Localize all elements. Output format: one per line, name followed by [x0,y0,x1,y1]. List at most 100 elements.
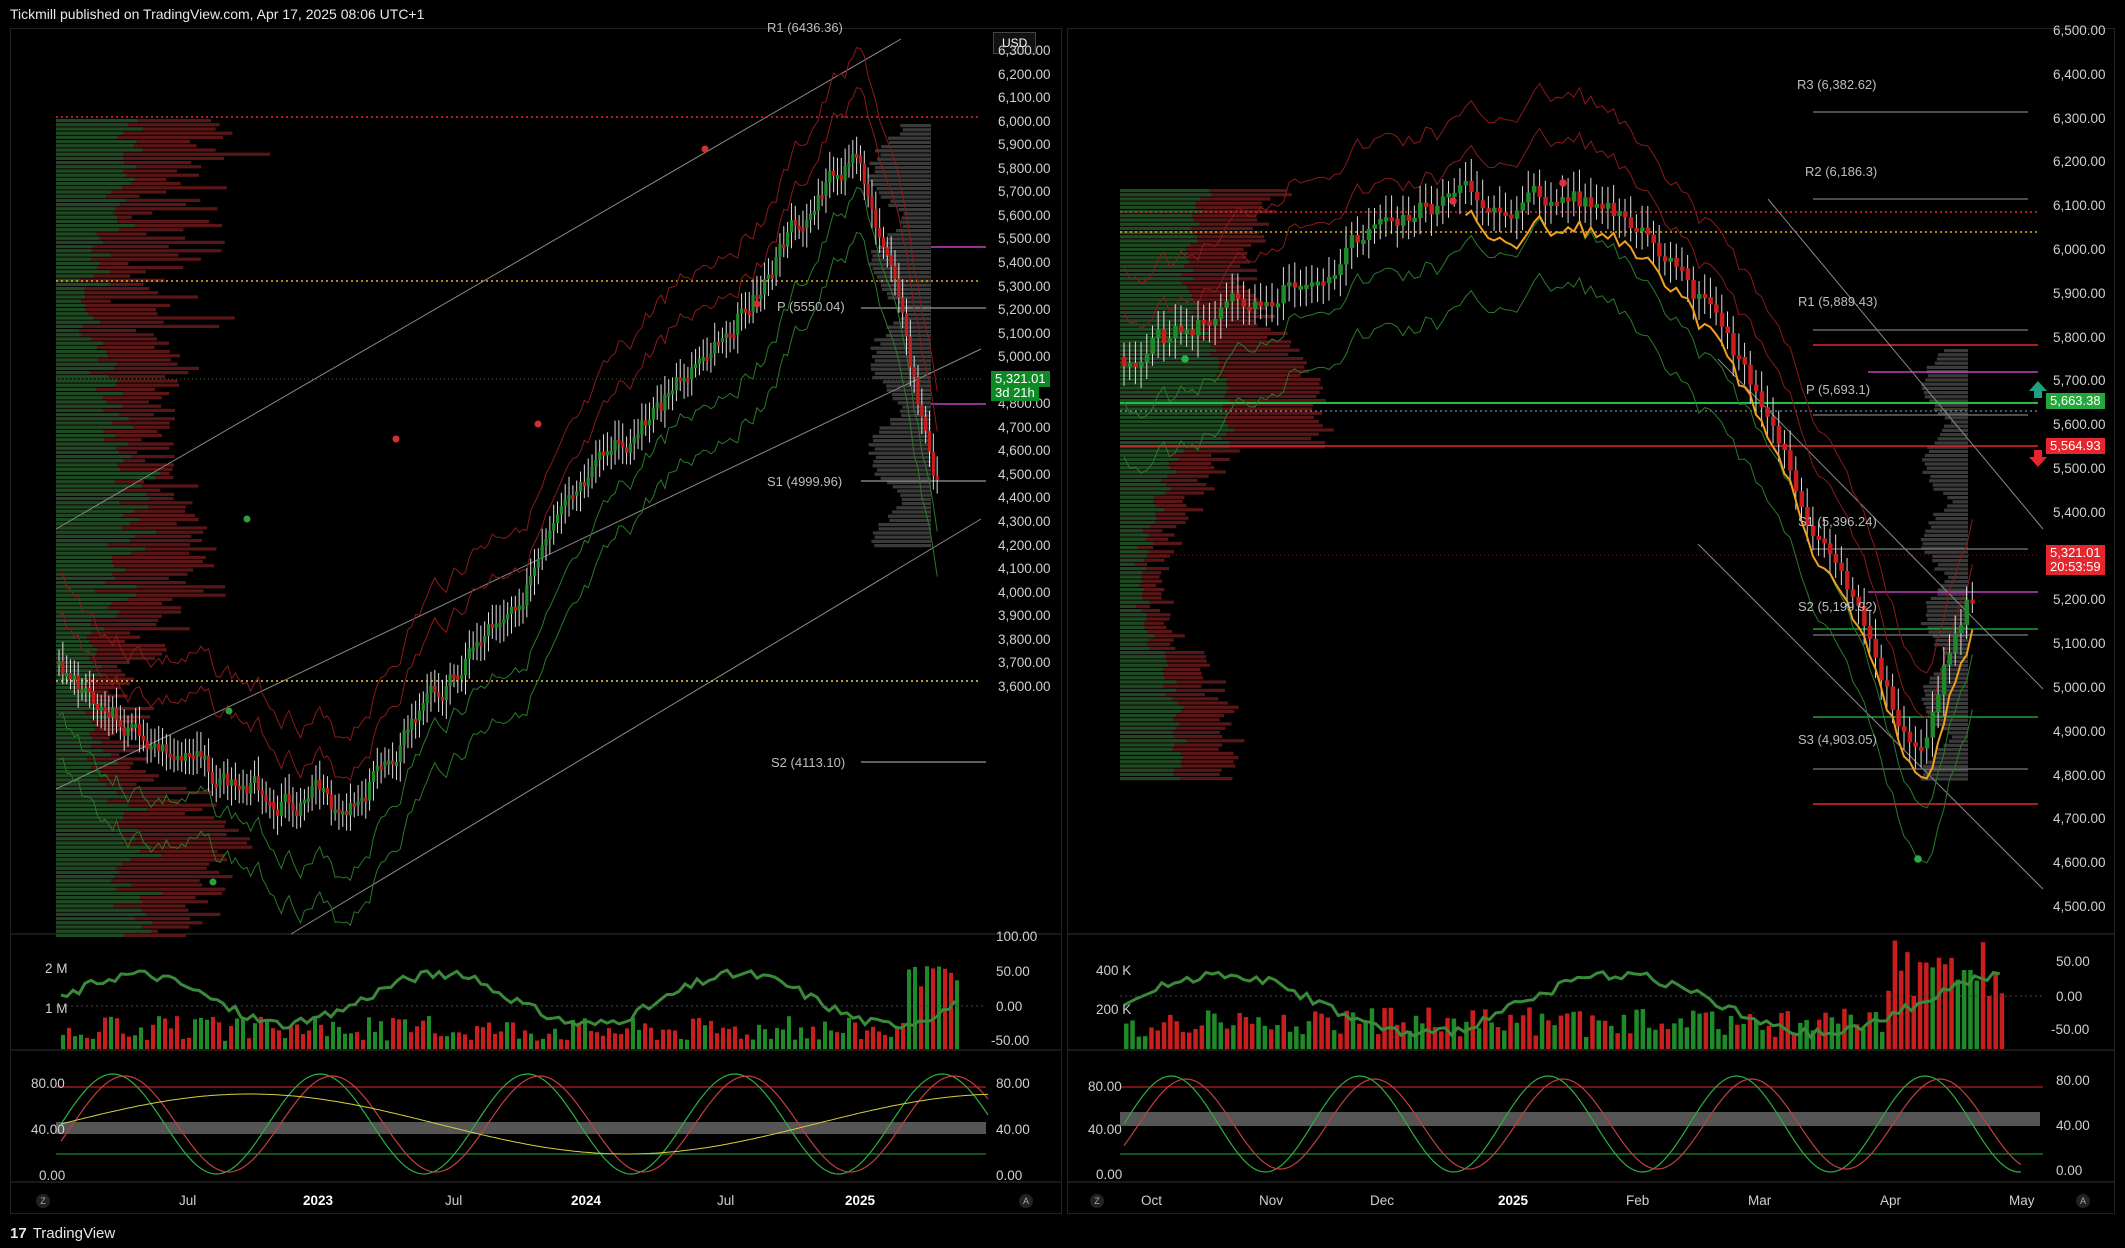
volume-profile-bar [56,144,134,148]
candle-body [341,811,345,816]
candle-body [567,495,571,500]
right-chart-canvas[interactable] [1068,29,2114,1213]
candle-body [1423,202,1429,207]
volume-profile-bar [1120,487,1171,491]
volume-profile-bar [1120,436,1222,440]
candle-body [759,294,763,299]
candle-body [697,358,702,365]
volume-bar [1760,1029,1765,1049]
volume-bar [229,1026,233,1049]
candle-body [306,798,310,803]
trend-channel-upper [55,38,902,530]
volume-profile-bar [56,140,137,144]
session-profile-bar [1926,466,1968,470]
session-profile-bar [1934,643,1968,647]
volume-bar [1268,1029,1274,1049]
candle-body [1719,312,1725,327]
volume-profile-bar [1120,260,1190,264]
volume-bar [205,1019,209,1049]
volume-bar [1256,1017,1261,1049]
left-chart-canvas[interactable] [11,29,1061,1213]
volume-bar [685,1039,689,1049]
candle-body [203,755,207,760]
volume-profile-bar [1120,537,1146,541]
tradingview-footer[interactable]: 17 TradingView [0,1220,2125,1248]
session-profile-bar [880,476,931,480]
volume-bar [853,1022,857,1049]
session-profile-bar [1922,470,1968,474]
volume-profile-bar [1120,264,1185,268]
volume-profile-bar [1120,714,1176,718]
volume-bar [1376,1034,1381,1049]
volume-profile-bar [1120,613,1147,617]
session-profile-bar [1933,512,1968,516]
session-profile-bar [1925,693,1968,697]
session-profile-bar [1944,508,1968,512]
volume-profile-bar [1120,588,1144,592]
candle-body [1457,185,1463,193]
volume-bar [1205,1010,1211,1049]
volume-profile-bar [1120,718,1174,722]
volume-profile-bar [56,287,85,291]
left-chart-pane[interactable]: USD 6,300.00 6,200.00 6,100.00 6,000.00 5,90… [10,20,1062,1214]
candle-body [1298,285,1303,290]
volume-profile-bar [56,509,135,513]
volume-profile-bar [1120,638,1149,642]
auto-scale-button[interactable]: A [2076,1194,2090,1208]
session-profile-bar [1948,575,1968,579]
left-price-axis-label: 3,800.00 [998,631,1051,647]
candle-body [417,710,422,721]
volume-bar [1224,1028,1230,1049]
volume-bar [739,1038,743,1049]
volume-profile-bar [1120,777,1180,781]
time-label: 2025 [1498,1193,1529,1208]
right-price-axis-label: 6,300.00 [2053,110,2106,126]
candle-body [1452,192,1457,197]
volume-bar [1439,1031,1444,1049]
candle-body [655,402,659,408]
candle-body [157,743,161,752]
session-profile-bar [879,430,931,434]
zoom-reset-button[interactable]: Z [1090,1194,1104,1208]
volume-profile-bar [56,207,116,211]
candle-body [375,765,379,772]
volume-bar [1464,1021,1469,1049]
left-price-axis-label: 3,700.00 [998,655,1051,671]
candle-body [628,443,632,453]
candle-body [1332,275,1338,280]
session-profile-bar [869,161,931,165]
volume-bar [403,1019,407,1049]
candle-body [1543,196,1548,206]
volume-profile-bar [56,169,123,173]
volume-bar [763,1029,767,1049]
session-profile-bar [881,287,931,291]
volume-profile-bar [1120,399,1230,403]
candle-body [302,799,307,804]
zoom-reset-button[interactable]: Z [36,1194,50,1208]
auto-scale-button[interactable]: A [1019,1194,1033,1208]
volume-profile-bar [1120,735,1175,739]
volume-bar [247,1038,251,1049]
candle-body [724,333,728,339]
candle-body [927,430,932,452]
candle-body [180,755,184,761]
left-price-axis-label: 6,000.00 [998,113,1051,129]
volume-profile-bar [1120,768,1175,772]
candle-body [1531,186,1537,193]
left-price-axis-label: 6,200.00 [998,66,1051,82]
volume-profile-bar [56,417,129,421]
volume-axis-400k: 400 K [1096,963,1132,978]
osc2-right-80: 80.00 [2056,1073,2090,1088]
candle-body [843,165,847,181]
volume-bar [1338,1033,1343,1049]
candle-body [275,809,280,816]
volume-profile-bar [56,450,119,454]
candle-body [329,794,333,810]
volume-bar [1987,996,1992,1049]
candle-body [598,451,602,460]
volume-profile-bar [1120,512,1155,516]
volume-bar [331,1021,335,1049]
candle-body [1258,301,1264,307]
right-chart-pane[interactable]: 6,500.00 6,400.00 6,300.00 6,200.00 6,100.00… [1067,23,2115,1214]
candle-body [701,357,705,362]
